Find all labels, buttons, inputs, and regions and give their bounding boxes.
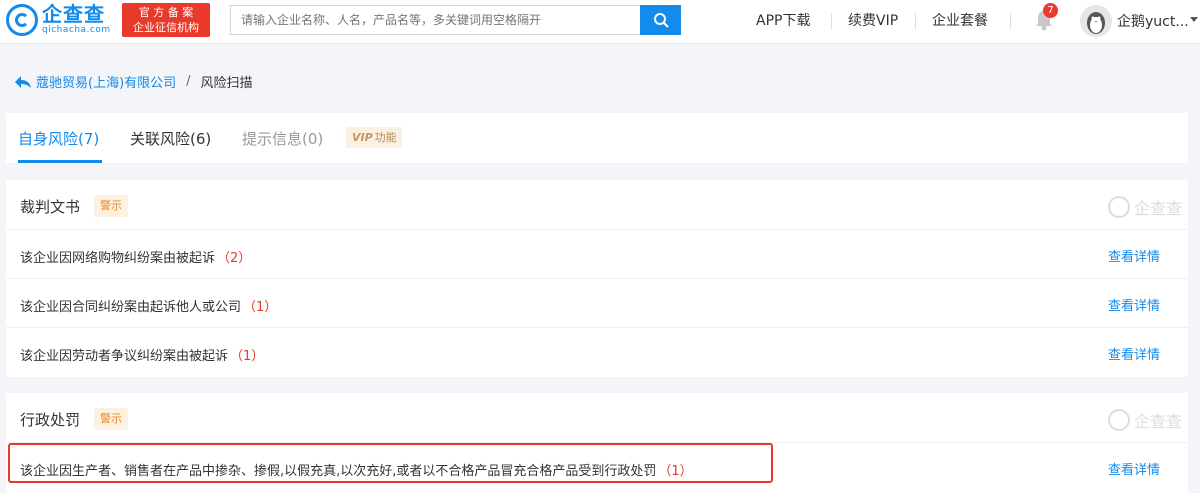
user-name[interactable]: 企鹅yuct... (1117, 11, 1189, 31)
risk-description: 该企业因网络购物纠纷案由被起诉 (20, 251, 216, 266)
list-item: 该企业因合同纠纷案由起诉他人或公司 （1） 查看详情 (6, 279, 1188, 328)
logo-name: 企查查 (42, 2, 105, 26)
logo[interactable]: 企查查 qichacha.com (6, 3, 111, 36)
vip-mark: VIP (352, 131, 373, 144)
warning-tag: 警示 (94, 195, 128, 217)
section-judgment-documents: 裁判文书 警示 企查查 该企业因网络购物纠纷案由被起诉 （2） 查看详情 该企业因… (6, 180, 1188, 377)
official-badge-line1: 官 方 备 案 (138, 6, 194, 19)
watermark-icon (1107, 409, 1130, 431)
watermark-icon (1107, 196, 1130, 218)
nav-renew-vip[interactable]: 续费VIP (848, 10, 898, 30)
tab-related-risk[interactable]: 关联风险(6) (130, 128, 211, 149)
watermark-text: 企查查 (1133, 199, 1182, 218)
nav-divider (831, 13, 832, 29)
breadcrumb-company-link[interactable]: 蔻驰贸易(上海)有限公司 (36, 72, 176, 91)
breadcrumb-separator: / (186, 74, 191, 89)
vip-feature-tag: VIP 功能 (346, 127, 402, 148)
warning-tag: 警示 (94, 408, 128, 430)
risk-description: 该企业因生产者、销售者在产品中掺杂、掺假,以假充真,以次充好,或者以不合格产品冒… (20, 464, 657, 479)
breadcrumb: 蔻驰贸易(上海)有限公司 / 风险扫描 (14, 72, 253, 91)
penguin-avatar-icon (1087, 12, 1105, 34)
watermark-logo: 企查查 (1107, 195, 1182, 219)
list-item: 该企业因劳动者争议纠纷案由被起诉 （1） 查看详情 (6, 328, 1188, 377)
risk-description: 该企业因合同纠纷案由起诉他人或公司 (20, 300, 242, 315)
logo-icon (6, 3, 38, 36)
section-administrative-penalty: 行政处罚 警示 企查查 该企业因生产者、销售者在产品中掺杂、掺假,以假充真,以次… (6, 393, 1188, 493)
nav-enterprise-plan[interactable]: 企业套餐 (932, 10, 988, 30)
search-button[interactable] (640, 5, 681, 35)
official-badge[interactable]: 官 方 备 案 企业征信机构 (122, 3, 210, 37)
vip-label: 功能 (374, 131, 397, 144)
list-item: 该企业因生产者、销售者在产品中掺杂、掺假,以假充真,以次充好,或者以不合格产品冒… (6, 443, 1188, 492)
official-badge-line2: 企业征信机构 (133, 21, 199, 34)
tab-hint-info[interactable]: 提示信息(0) (242, 128, 323, 149)
chevron-down-icon[interactable] (1190, 17, 1198, 22)
section-title: 裁判文书 (20, 198, 81, 216)
view-details-link[interactable]: 查看详情 (1108, 246, 1160, 265)
view-details-link[interactable]: 查看详情 (1108, 459, 1160, 478)
risk-description: 该企业因劳动者争议纠纷案由被起诉 (20, 349, 229, 364)
watermark-logo: 企查查 (1107, 408, 1182, 432)
search-input[interactable] (230, 5, 640, 35)
watermark-text: 企查查 (1133, 412, 1182, 431)
risk-count: （1） (658, 464, 693, 479)
risk-count: （1） (243, 300, 278, 315)
logo-domain: qichacha.com (42, 25, 111, 35)
view-details-link[interactable]: 查看详情 (1108, 344, 1160, 363)
section-header: 裁判文书 警示 企查查 (6, 180, 1188, 230)
nav-divider (915, 13, 916, 29)
top-header: 企查查 qichacha.com 官 方 备 案 企业征信机构 APP下载 续费… (0, 0, 1200, 44)
list-item: 该企业因网络购物纠纷案由被起诉 （2） 查看详情 (6, 230, 1188, 279)
risk-tabs: 自身风险(7) 关联风险(6) 提示信息(0) VIP 功能 (6, 113, 1188, 163)
notification-badge: 7 (1043, 3, 1058, 18)
nav-app-download[interactable]: APP下载 (756, 10, 810, 30)
risk-count: （2） (217, 251, 252, 266)
section-title: 行政处罚 (20, 411, 81, 429)
tab-self-risk[interactable]: 自身风险(7) (18, 128, 99, 149)
section-header: 行政处罚 警示 企查查 (6, 393, 1188, 443)
nav-divider (1010, 13, 1011, 29)
view-details-link[interactable]: 查看详情 (1108, 295, 1160, 314)
back-arrow-icon[interactable] (14, 75, 32, 89)
active-tab-indicator (18, 160, 102, 163)
avatar[interactable] (1080, 5, 1112, 37)
risk-count: （1） (230, 349, 265, 364)
breadcrumb-current: 风险扫描 (200, 76, 253, 91)
search-icon (653, 13, 669, 28)
